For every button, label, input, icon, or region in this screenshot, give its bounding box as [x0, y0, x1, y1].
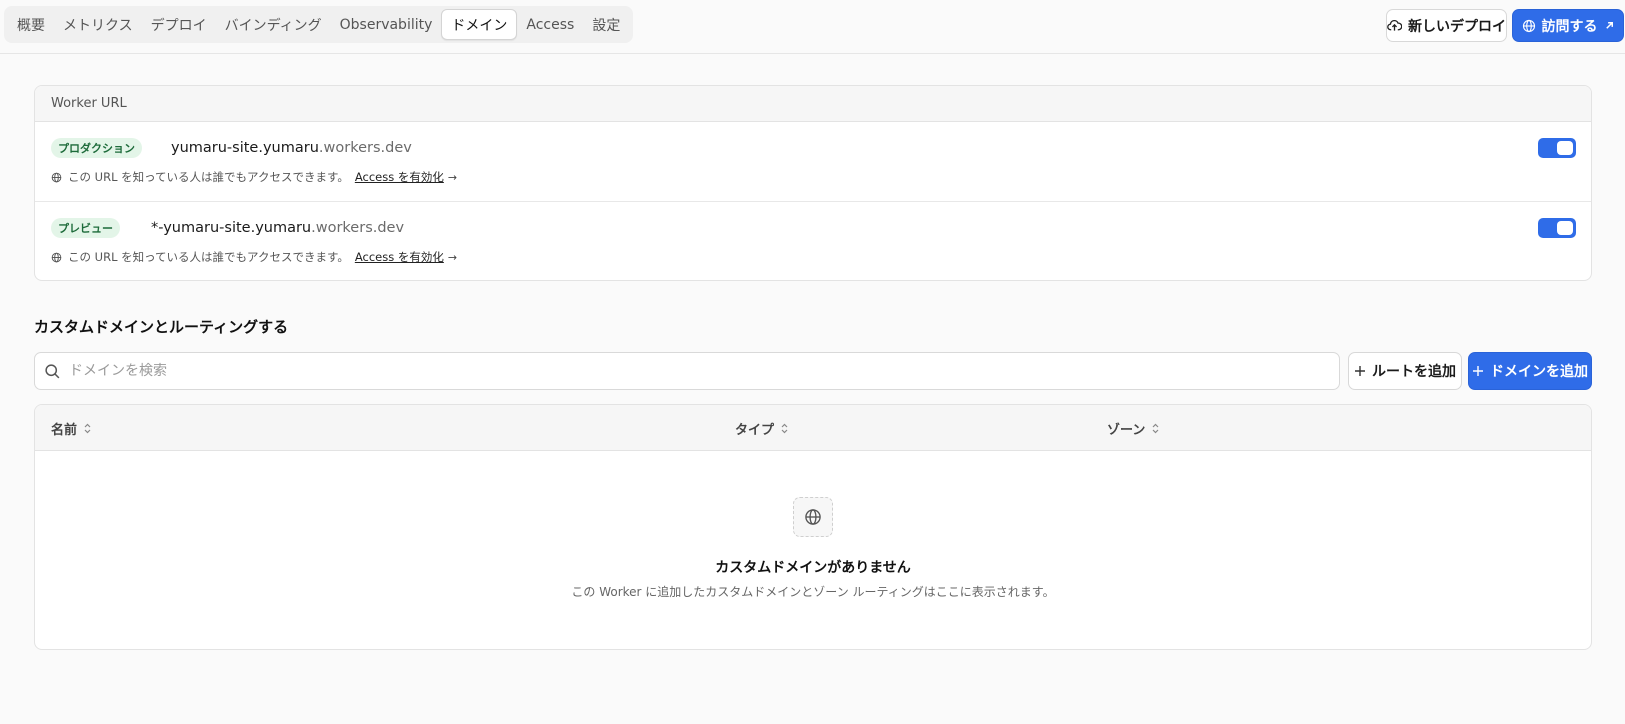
tab-overview[interactable]: 概要	[8, 9, 54, 40]
visit-label: 訪問する	[1541, 18, 1598, 35]
column-zone-label: ゾーン	[1107, 422, 1146, 438]
tab-observability[interactable]: Observability	[331, 9, 442, 40]
preview-toggle[interactable]	[1538, 218, 1576, 238]
add-route-label: ルートを追加	[1372, 364, 1456, 380]
toggle-knob	[1557, 221, 1573, 235]
worker-url-card: Worker URL プロダクション yumaru-site.yumaru.wo…	[34, 85, 1592, 281]
add-domain-button[interactable]: ドメインを追加	[1468, 352, 1592, 390]
production-note-text: この URL を知っている人は誰でもアクセスできます。	[68, 170, 349, 184]
production-toggle[interactable]	[1538, 138, 1576, 158]
production-badge: プロダクション	[51, 138, 142, 158]
tab-domains[interactable]: ドメイン	[441, 9, 518, 40]
column-header-type[interactable]: タイプ	[735, 405, 789, 451]
arrow-right-icon: →	[447, 250, 458, 264]
new-deploy-button[interactable]: 新しいデプロイ	[1386, 9, 1507, 42]
plus-icon	[1354, 365, 1366, 377]
globe-icon	[51, 252, 62, 263]
visit-button[interactable]: 訪問する	[1512, 9, 1624, 42]
empty-state-title: カスタムドメインがありません	[715, 560, 911, 576]
preview-url[interactable]: *-yumaru-site.yumaru.workers.dev	[151, 220, 404, 236]
top-bar: 概要 メトリクス デプロイ バインディング Observability ドメイン…	[0, 0, 1625, 54]
tab-deploy[interactable]: デプロイ	[142, 9, 216, 40]
production-url[interactable]: yumaru-site.yumaru.workers.dev	[171, 140, 412, 156]
production-url-host: yumaru-site.yumaru	[171, 140, 319, 156]
enable-access-link[interactable]: Access を有効化	[355, 249, 444, 265]
sort-icon	[83, 423, 92, 434]
tab-access[interactable]: Access	[517, 9, 583, 40]
column-header-name[interactable]: 名前	[51, 405, 92, 451]
preview-url-note: この URL を知っている人は誰でもアクセスできます。 Access を有効化 …	[51, 249, 457, 265]
arrow-right-icon: →	[447, 170, 458, 184]
production-url-suffix: .workers.dev	[318, 140, 412, 156]
globe-icon	[793, 497, 833, 537]
tab-metrics[interactable]: メトリクス	[54, 9, 142, 40]
domain-search-field[interactable]	[34, 352, 1340, 390]
add-route-button[interactable]: ルートを追加	[1348, 352, 1462, 390]
search-icon	[44, 363, 61, 380]
globe-icon	[51, 172, 62, 183]
production-url-note: この URL を知っている人は誰でもアクセスできます。 Access を有効化 …	[51, 169, 457, 185]
globe-icon	[1522, 19, 1536, 33]
sort-icon	[780, 423, 789, 434]
cloud-upload-icon	[1387, 18, 1402, 33]
domain-search-input[interactable]	[69, 353, 1329, 389]
toggle-knob	[1557, 141, 1573, 155]
column-name-label: 名前	[51, 422, 78, 438]
column-header-zone[interactable]: ゾーン	[1107, 405, 1160, 451]
column-type-label: タイプ	[735, 422, 775, 438]
plus-icon	[1472, 365, 1484, 377]
enable-access-link[interactable]: Access を有効化	[355, 169, 444, 185]
add-domain-label: ドメインを追加	[1490, 364, 1588, 380]
url-row-production: プロダクション yumaru-site.yumaru.workers.dev こ…	[35, 122, 1591, 202]
empty-state-description: この Worker に追加したカスタムドメインとゾーン ルーティングはここに表示…	[571, 585, 1055, 599]
custom-domains-title: カスタムドメインとルーティングする	[34, 318, 289, 336]
arrow-up-right-icon	[1604, 20, 1615, 31]
preview-badge: プレビュー	[51, 218, 120, 238]
new-deploy-label: 新しいデプロイ	[1408, 18, 1506, 35]
tab-settings[interactable]: 設定	[583, 9, 629, 40]
tab-bindings[interactable]: バインディング	[216, 9, 331, 40]
url-row-preview: プレビュー *-yumaru-site.yumaru.workers.dev こ…	[35, 202, 1591, 280]
tab-bar: 概要 メトリクス デプロイ バインディング Observability ドメイン…	[4, 6, 634, 43]
worker-url-title: Worker URL	[35, 86, 1591, 122]
domains-table: 名前 タイプ ゾーン カスタムドメインがありません この Worker に追加し…	[34, 404, 1592, 650]
sort-icon	[1151, 423, 1160, 434]
preview-url-suffix: .workers.dev	[311, 220, 405, 236]
preview-url-host: *-yumaru-site.yumaru	[151, 220, 312, 236]
table-header: 名前 タイプ ゾーン	[35, 405, 1591, 451]
preview-note-text: この URL を知っている人は誰でもアクセスできます。	[68, 250, 349, 264]
